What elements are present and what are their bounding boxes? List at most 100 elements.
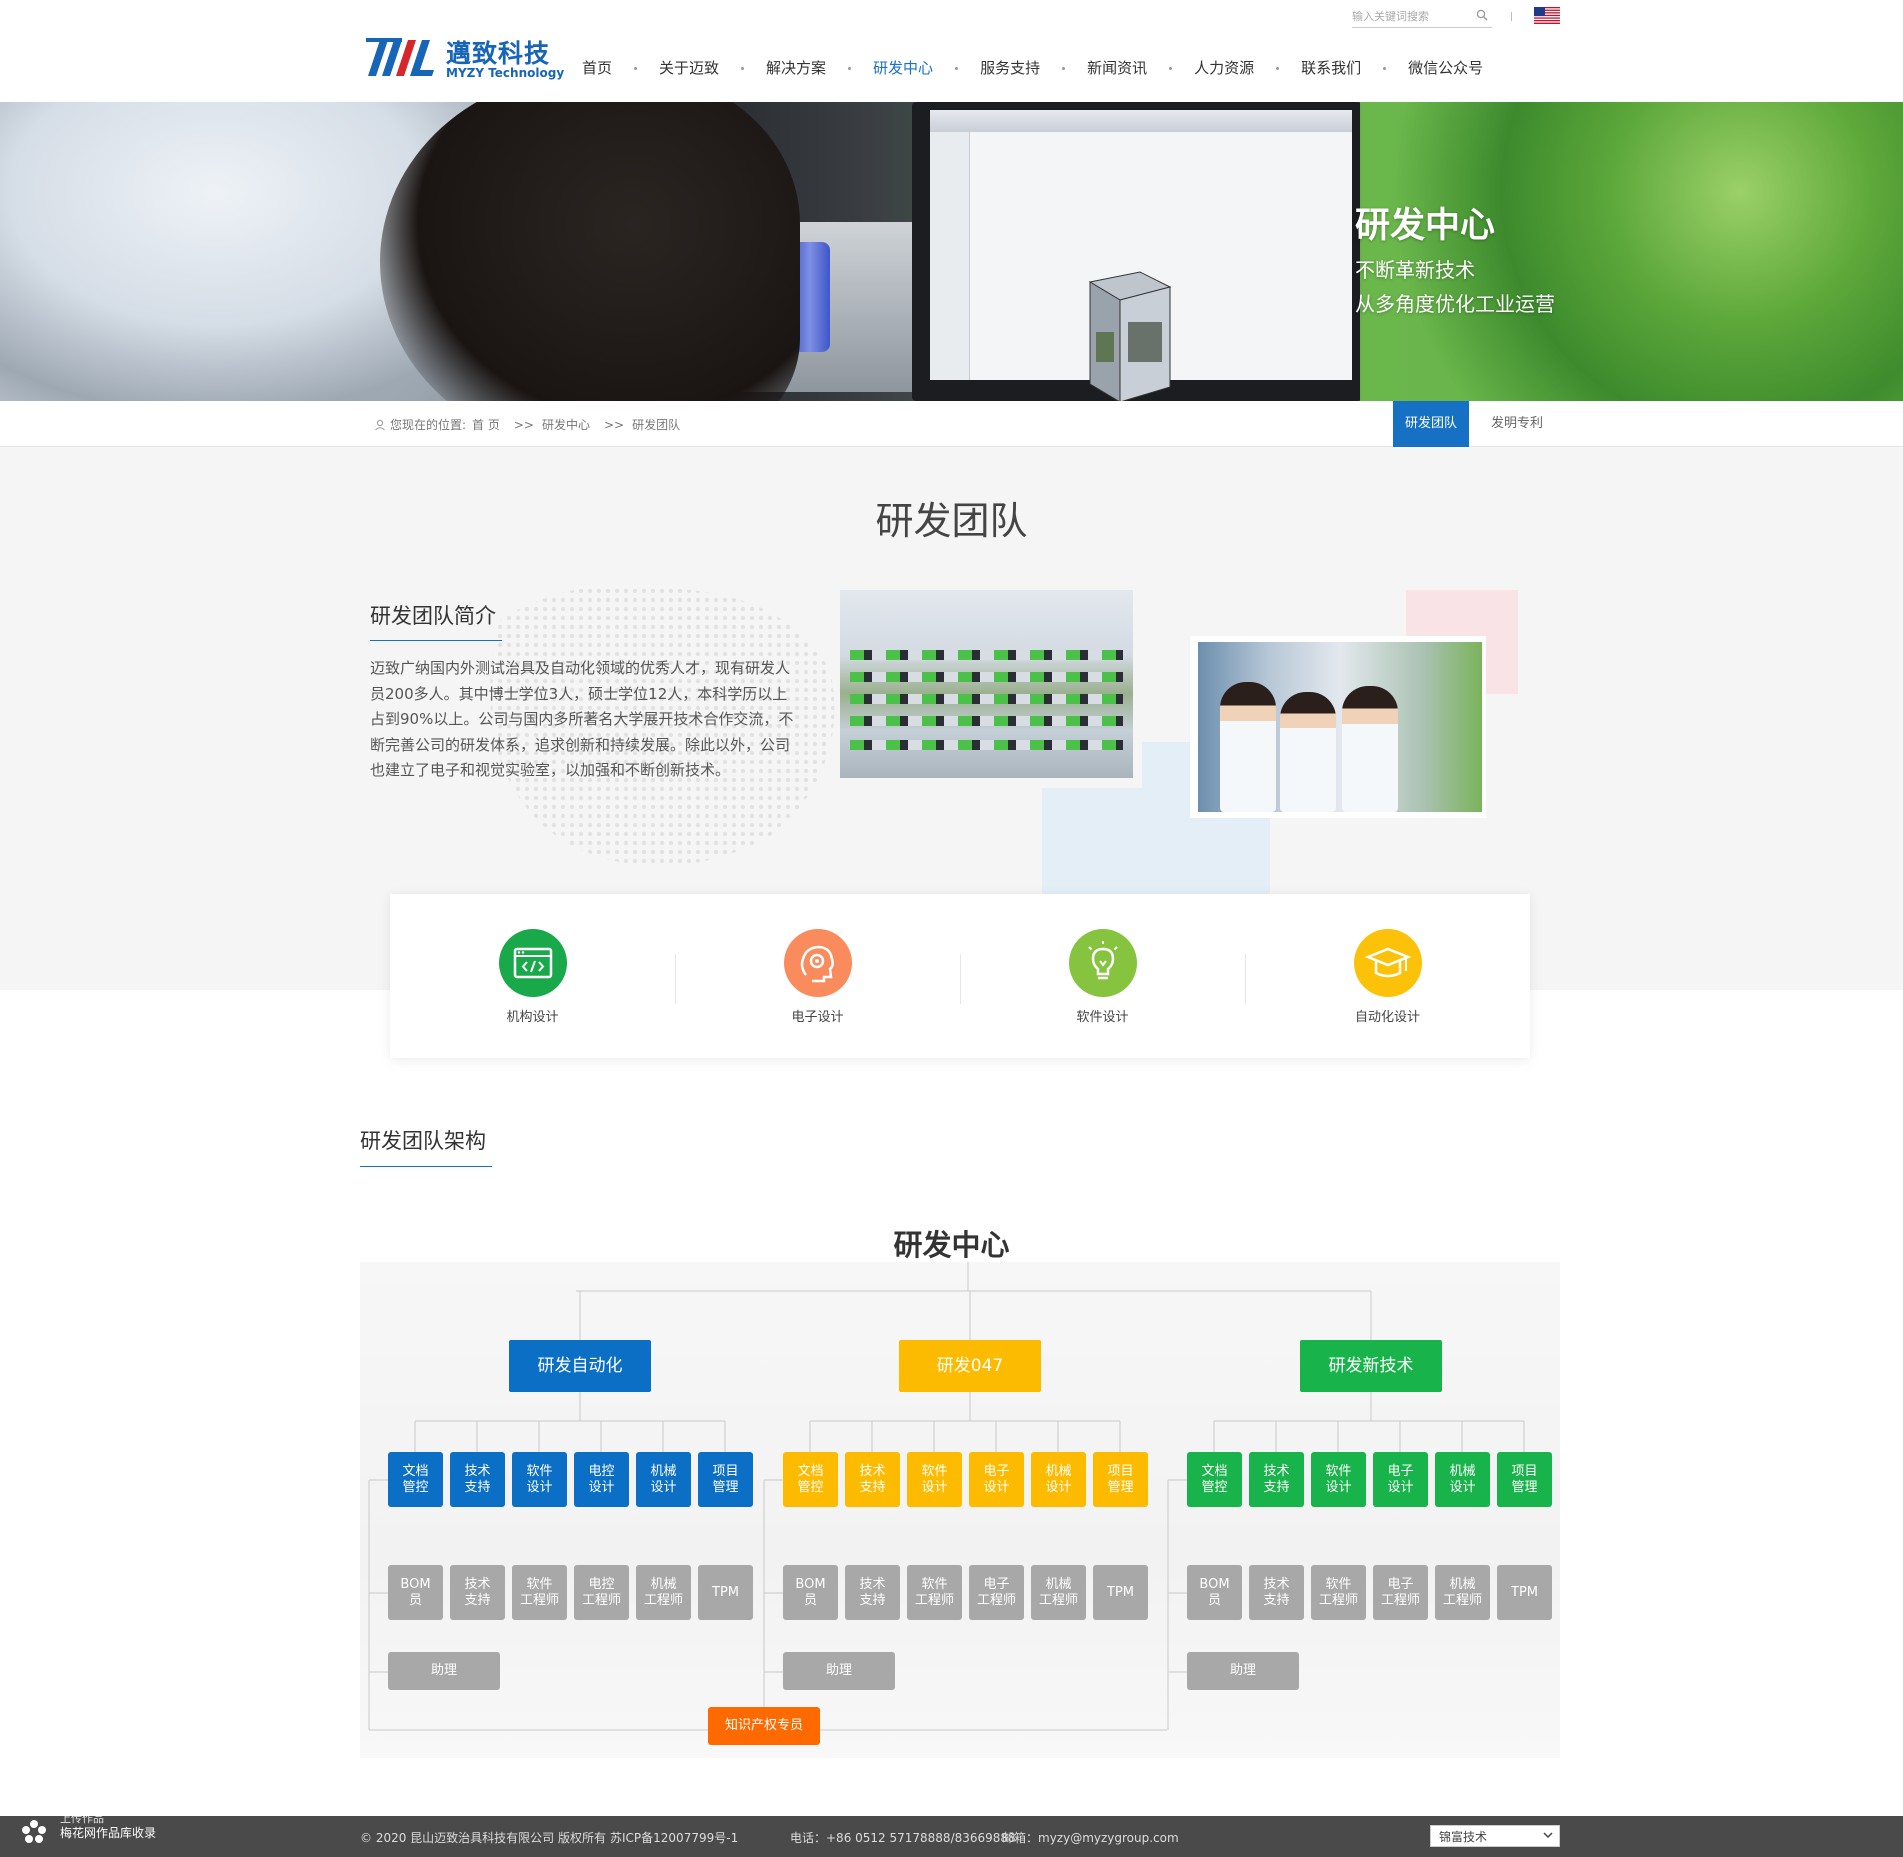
staff-box-line: TPM [1511,1584,1538,1600]
role-box-line: 项目 [712,1463,739,1479]
staff-box-text: 机械 工程师 [1443,1577,1482,1609]
nav-item[interactable]: 解决方案 [744,56,848,80]
staff-box: 技术 支持 [845,1565,900,1620]
logo-text-cn: 邁致科技 [446,39,551,68]
role-box: 软件 设计 [907,1452,962,1507]
role-box-line: 管理 [712,1479,739,1495]
nav-item[interactable]: 微信公众号 [1386,56,1505,80]
staff-box: TPM [1497,1565,1552,1620]
search-input[interactable] [1352,6,1470,26]
role-box-line: 设计 [526,1479,553,1495]
staff-box-line: 工程师 [1318,1592,1358,1608]
feature-item[interactable]: 软件设计 [960,894,1245,1058]
feature-item[interactable]: 电子设计 [675,894,960,1058]
office-photo [840,590,1133,778]
ip-specialist-box: 知识产权专员 [708,1707,820,1745]
staff-box: BOM 员 [783,1565,838,1620]
role-box-line: 设计 [1325,1479,1352,1495]
breadcrumb-home[interactable]: 首 页 [472,416,500,433]
nav-item[interactable]: 首页 [560,56,634,80]
role-box-line: 设计 [1045,1479,1072,1495]
staff-box-line: 软件 [921,1576,948,1592]
role-box: 电子 设计 [1373,1452,1428,1507]
us-flag-icon[interactable] [1534,7,1560,24]
staff-box-text: BOM 员 [400,1577,430,1609]
role-box-line: 设计 [983,1479,1010,1495]
role-box-text: 项目 管理 [1511,1464,1537,1496]
site-footer: © 2020 昆山迈致治具科技有限公司 版权所有 苏ICP备12007799号-… [0,1816,1903,1857]
breadcrumb-rd-center[interactable]: 研发中心 [542,416,590,433]
nav-item[interactable]: 新闻资讯 [1065,56,1169,80]
staff-box: 电子 工程师 [969,1565,1024,1620]
subtab-patents[interactable]: 发明专利 [1479,401,1555,447]
staff-box-text: BOM 员 [795,1577,825,1609]
nav-item[interactable]: 人力资源 [1172,56,1276,80]
assistant-box: 助理 [388,1652,500,1690]
banner-title: 研发中心 [1355,206,1496,246]
feature-label: 电子设计 [791,1010,844,1025]
staff-box-line: 电子 [1387,1576,1414,1592]
staff-box-text: 软件 工程师 [520,1577,559,1609]
nav-item[interactable]: 研发中心 [851,56,955,80]
staff-box-line: BOM [1199,1576,1230,1592]
role-box: 软件 设计 [512,1452,567,1507]
staff-box-line: TPM [712,1584,739,1600]
subtab-rd-team[interactable]: 研发团队 [1393,401,1469,447]
role-box-line: 设计 [921,1479,948,1495]
feature-item[interactable]: 自动化设计 [1245,894,1530,1058]
staff-box-line: 机械 [1449,1576,1476,1592]
staff-box-text: 电子 工程师 [1381,1577,1420,1609]
role-box: 电子 设计 [969,1452,1024,1507]
role-box-text: 电子 设计 [1387,1464,1413,1496]
graduation-cap-icon [1353,929,1422,997]
role-box-text: 项目 管理 [712,1464,738,1496]
main-nav: 首页 关于迈致 解决方案 研发中心 服务支持 新闻资讯 人力资源 联系我们 微信公众号 [560,56,1505,80]
feature-label: 软件设计 [1076,1010,1129,1025]
staff-box-text: 软件 工程师 [1319,1577,1358,1609]
staff-box-text: 机械 工程师 [1039,1577,1078,1609]
role-box-line: 管控 [797,1479,824,1495]
watermark-top-text: 上传作品 [60,1812,104,1825]
org-heading-underline [360,1166,492,1167]
staff-box-line: 员 [1207,1592,1221,1608]
staff-box-line: BOM [795,1576,826,1592]
department-box: 研发自动化 [509,1340,651,1392]
role-box-text: 软件 设计 [1325,1464,1351,1496]
role-box-text: 文档 管控 [402,1464,428,1496]
staff-box-line: 支持 [464,1592,491,1608]
feature-label: 机构设计 [506,1010,559,1025]
staff-box-line: 工程师 [1038,1592,1078,1608]
staff-box-line: 工程师 [1442,1592,1482,1608]
nav-item[interactable]: 联系我们 [1279,56,1383,80]
role-box-line: 管理 [1511,1479,1538,1495]
staff-box-line: 电子 [983,1576,1010,1592]
feature-item[interactable]: 机构设计 [390,894,675,1058]
role-box: 技术 支持 [450,1452,505,1507]
breadcrumb-separator: >> [513,417,534,432]
company-logo[interactable]: 邁致科技 MYZY Technology [362,32,564,82]
staff-box-text: 技术 支持 [464,1577,490,1609]
footer-links-select[interactable]: 锦富技术 [1430,1825,1560,1847]
search-icon[interactable] [1476,9,1488,21]
staff-box: 机械 工程师 [1031,1565,1086,1620]
staff-box: 技术 支持 [450,1565,505,1620]
code-window-icon [498,929,567,997]
role-box: 技术 支持 [1249,1452,1304,1507]
search-box [1352,6,1492,28]
cad-machine-illustration [1088,271,1172,401]
staff-box: 机械 工程师 [636,1565,691,1620]
nav-item[interactable]: 关于迈致 [637,56,741,80]
role-box-line: 设计 [1449,1479,1476,1495]
role-box: 项目 管理 [1497,1452,1552,1507]
staff-box: 软件 工程师 [1311,1565,1366,1620]
role-box-line: 管控 [402,1479,429,1495]
footer-email[interactable]: 邮箱：myzy@myzygroup.com [1002,1829,1179,1846]
staff-box-text: 电控 工程师 [582,1577,621,1609]
role-box-text: 文档 管控 [1201,1464,1227,1496]
team-photo [1198,642,1482,812]
nav-item[interactable]: 服务支持 [958,56,1062,80]
staff-box-line: BOM [400,1576,431,1592]
chevron-down-icon [1543,1832,1553,1839]
footer-icp[interactable]: 苏ICP备12007799号-1 [610,1829,738,1846]
staff-box-line: 员 [408,1592,422,1608]
